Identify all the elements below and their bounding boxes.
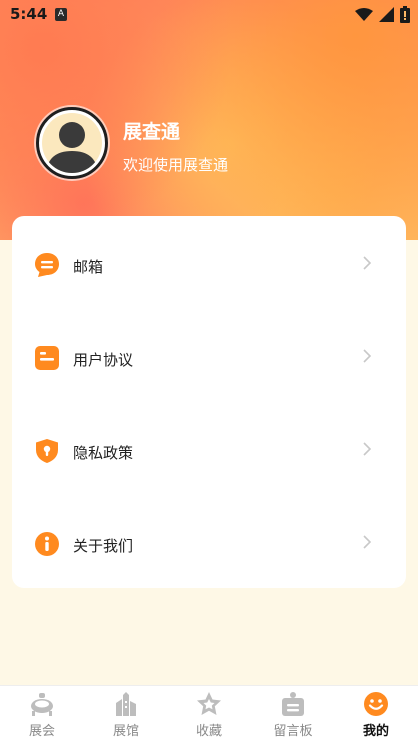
tab-message-board[interactable]: 留言板 bbox=[251, 686, 335, 744]
tab-label: 展会 bbox=[28, 724, 55, 739]
chevron-right-icon bbox=[363, 535, 372, 549]
menu-item-mailbox[interactable]: 邮箱 bbox=[12, 218, 406, 310]
smiley-profile-icon bbox=[364, 692, 388, 716]
tab-label: 留言板 bbox=[273, 724, 313, 739]
battery-icon bbox=[400, 6, 410, 23]
privacy-shield-icon bbox=[36, 439, 58, 463]
status-time: 5:44 bbox=[10, 5, 48, 23]
tab-label: 收藏 bbox=[195, 724, 222, 739]
menu-item-privacy-policy[interactable]: 隐私政策 bbox=[12, 404, 406, 496]
exhibition-icon bbox=[31, 693, 53, 716]
notification-icon: A bbox=[55, 8, 67, 21]
menu-label: 隐私政策 bbox=[73, 444, 134, 462]
venue-building-icon bbox=[116, 692, 136, 716]
signal-icon bbox=[379, 7, 394, 22]
wifi-icon bbox=[355, 7, 373, 21]
chevron-right-icon bbox=[363, 256, 372, 270]
tab-label: 展馆 bbox=[112, 724, 139, 739]
settings-menu-card: 邮箱 用户协议 隐私政策 关于我们 bbox=[12, 216, 406, 588]
message-board-icon bbox=[282, 692, 304, 716]
tab-venue[interactable]: 展馆 bbox=[84, 686, 168, 744]
tab-label: 我的 bbox=[362, 724, 389, 739]
app-name: 展查通 bbox=[123, 121, 181, 143]
favorite-star-icon bbox=[197, 692, 221, 715]
chevron-right-icon bbox=[363, 442, 372, 456]
info-icon bbox=[35, 532, 59, 556]
tab-favorites[interactable]: 收藏 bbox=[167, 686, 251, 744]
status-bar: 5:44 A bbox=[0, 0, 418, 30]
default-user-icon bbox=[42, 113, 102, 173]
menu-item-about-us[interactable]: 关于我们 bbox=[12, 497, 406, 589]
menu-label: 用户协议 bbox=[73, 351, 134, 369]
status-indicators bbox=[355, 6, 410, 23]
bottom-tab-bar: 展会 展馆 收藏 留言板 我的 bbox=[0, 685, 418, 744]
menu-label: 邮箱 bbox=[73, 258, 104, 276]
tab-mine[interactable]: 我的 bbox=[334, 686, 418, 744]
tab-exhibition[interactable]: 展会 bbox=[0, 686, 84, 744]
menu-item-user-agreement[interactable]: 用户协议 bbox=[12, 311, 406, 403]
user-agreement-icon bbox=[35, 346, 59, 370]
mailbox-icon bbox=[35, 253, 59, 277]
welcome-text: 欢迎使用展查通 bbox=[123, 156, 229, 174]
menu-label: 关于我们 bbox=[73, 537, 134, 555]
avatar[interactable] bbox=[36, 107, 108, 179]
chevron-right-icon bbox=[363, 349, 372, 363]
